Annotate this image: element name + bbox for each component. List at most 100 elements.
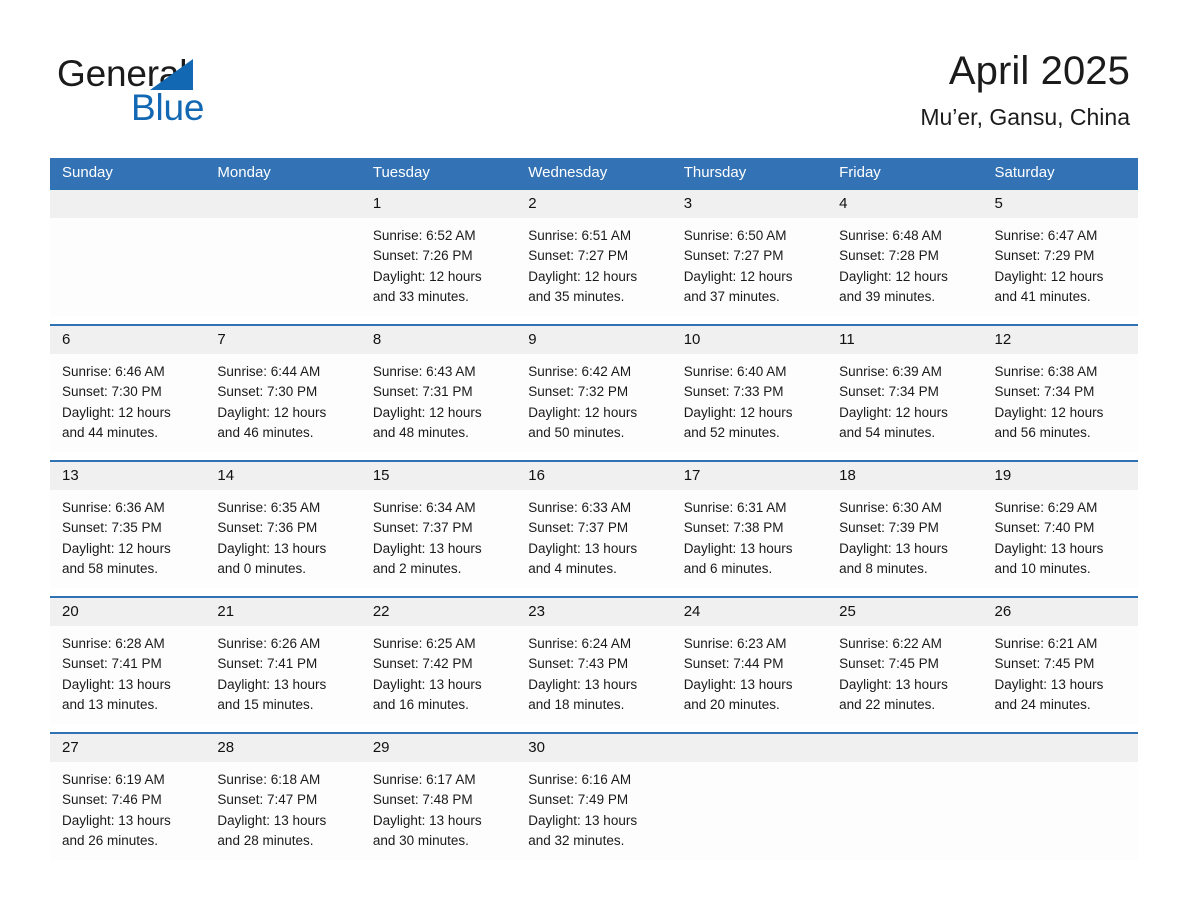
day-sun-details: Sunrise: 6:28 AM Sunset: 7:41 PM Dayligh…	[62, 636, 171, 712]
day-sun-details: Sunrise: 6:22 AM Sunset: 7:45 PM Dayligh…	[839, 636, 948, 712]
day-cell[interactable]: Sunrise: 6:19 AM Sunset: 7:46 PM Dayligh…	[50, 762, 205, 860]
day-number[interactable]: 20	[50, 598, 205, 626]
weekday-header-sunday: Sunday	[62, 164, 113, 181]
day-number[interactable]: 6	[50, 326, 205, 354]
day-cell[interactable]: Sunrise: 6:52 AM Sunset: 7:26 PM Dayligh…	[361, 218, 516, 316]
day-cell[interactable]: Sunrise: 6:40 AM Sunset: 7:33 PM Dayligh…	[672, 354, 827, 452]
day-sun-details: Sunrise: 6:43 AM Sunset: 7:31 PM Dayligh…	[372, 364, 482, 440]
day-number[interactable]: 18	[827, 462, 982, 490]
week-body: Sunrise: 6:46 AM Sunset: 7:30 PM Dayligh…	[50, 354, 1138, 452]
day-number[interactable]: 10	[672, 326, 827, 354]
day-number[interactable]: 26	[983, 598, 1138, 626]
day-sun-details: Sunrise: 6:30 AM Sunset: 7:39 PM Dayligh…	[839, 500, 948, 576]
day-cell[interactable]: Sunrise: 6:26 AM Sunset: 7:41 PM Dayligh…	[205, 626, 360, 724]
day-sun-details: Sunrise: 6:48 AM Sunset: 7:28 PM Dayligh…	[839, 228, 948, 304]
day-cell[interactable]: Sunrise: 6:36 AM Sunset: 7:35 PM Dayligh…	[50, 490, 205, 588]
day-number[interactable]: 11	[827, 326, 982, 354]
day-sun-details: Sunrise: 6:39 AM Sunset: 7:34 PM Dayligh…	[839, 364, 948, 440]
day-cell[interactable]: Sunrise: 6:28 AM Sunset: 7:41 PM Dayligh…	[50, 626, 205, 724]
day-sun-details: Sunrise: 6:26 AM Sunset: 7:41 PM Dayligh…	[217, 636, 327, 712]
day-number[interactable]: 12	[983, 326, 1138, 354]
day-cell[interactable]: Sunrise: 6:24 AM Sunset: 7:43 PM Dayligh…	[516, 626, 671, 724]
day-sun-details: Sunrise: 6:42 AM Sunset: 7:32 PM Dayligh…	[528, 364, 638, 440]
day-cell[interactable]: Sunrise: 6:30 AM Sunset: 7:39 PM Dayligh…	[827, 490, 982, 588]
day-number[interactable]: 4	[827, 190, 982, 218]
weekday-header-friday: Friday	[839, 164, 881, 181]
weekday-header-monday: Monday	[217, 164, 271, 181]
day-cell[interactable]: Sunrise: 6:34 AM Sunset: 7:37 PM Dayligh…	[361, 490, 516, 588]
week-body: Sunrise: 6:19 AM Sunset: 7:46 PM Dayligh…	[50, 762, 1138, 860]
day-cell[interactable]: Sunrise: 6:47 AM Sunset: 7:29 PM Dayligh…	[983, 218, 1138, 316]
day-sun-details: Sunrise: 6:21 AM Sunset: 7:45 PM Dayligh…	[994, 636, 1104, 712]
day-number[interactable]: 1	[361, 190, 516, 218]
day-number[interactable]: 21	[205, 598, 360, 626]
day-cell[interactable]: Sunrise: 6:51 AM Sunset: 7:27 PM Dayligh…	[516, 218, 671, 316]
page-subtitle-location: Mu’er, Gansu, China	[920, 104, 1130, 130]
day-sun-details: Sunrise: 6:29 AM Sunset: 7:40 PM Dayligh…	[994, 500, 1104, 576]
day-cell[interactable]: Sunrise: 6:21 AM Sunset: 7:45 PM Dayligh…	[983, 626, 1138, 724]
day-cell[interactable]: Sunrise: 6:48 AM Sunset: 7:28 PM Dayligh…	[827, 218, 982, 316]
day-cell-empty	[672, 762, 827, 860]
day-number[interactable]: 25	[827, 598, 982, 626]
day-number[interactable]: 3	[672, 190, 827, 218]
day-number[interactable]: 14	[205, 462, 360, 490]
day-cell[interactable]: Sunrise: 6:44 AM Sunset: 7:30 PM Dayligh…	[205, 354, 360, 452]
day-sun-details: Sunrise: 6:50 AM Sunset: 7:27 PM Dayligh…	[683, 228, 793, 304]
weekday-header-thursday: Thursday	[683, 164, 747, 181]
general-blue-logo: General Blue	[57, 52, 317, 128]
calendar-week-row: 27 28 29 30 Sunrise: 6:19 AM Sunset: 7:46 PM…	[50, 732, 1138, 860]
day-number[interactable]: 22	[361, 598, 516, 626]
day-cell[interactable]: Sunrise: 6:39 AM Sunset: 7:34 PM Dayligh…	[827, 354, 982, 452]
day-number[interactable]: 23	[516, 598, 671, 626]
day-number[interactable]: 8	[361, 326, 516, 354]
day-number[interactable]: 27	[50, 734, 205, 762]
day-cell[interactable]: Sunrise: 6:50 AM Sunset: 7:27 PM Dayligh…	[672, 218, 827, 316]
calendar-week-row: 1 2 3 4 5 Sunrise: 6:52 AM Sunset: 7:26 PM Da…	[50, 188, 1138, 316]
day-number[interactable]: 13	[50, 462, 205, 490]
day-cell[interactable]: Sunrise: 6:22 AM Sunset: 7:45 PM Dayligh…	[827, 626, 982, 724]
calendar-page: General Blue April 2025 Mu’er, Gansu, Ch…	[0, 0, 1188, 918]
day-number-empty	[827, 734, 982, 762]
day-cell[interactable]: Sunrise: 6:25 AM Sunset: 7:42 PM Dayligh…	[361, 626, 516, 724]
day-number[interactable]: 29	[361, 734, 516, 762]
day-sun-details: Sunrise: 6:46 AM Sunset: 7:30 PM Dayligh…	[62, 364, 171, 440]
calendar-week-row: 6 7 8 9 10 11 12 Sunrise: 6:46 AM Sunset: 7:30 …	[50, 324, 1138, 452]
day-cell[interactable]: Sunrise: 6:38 AM Sunset: 7:34 PM Dayligh…	[983, 354, 1138, 452]
day-number[interactable]: 15	[361, 462, 516, 490]
day-cell[interactable]: Sunrise: 6:33 AM Sunset: 7:37 PM Dayligh…	[516, 490, 671, 588]
day-cell-empty	[983, 762, 1138, 860]
day-sun-details: Sunrise: 6:40 AM Sunset: 7:33 PM Dayligh…	[683, 364, 793, 440]
day-cell[interactable]: Sunrise: 6:43 AM Sunset: 7:31 PM Dayligh…	[361, 354, 516, 452]
day-number[interactable]: 24	[672, 598, 827, 626]
day-cell[interactable]: Sunrise: 6:16 AM Sunset: 7:49 PM Dayligh…	[516, 762, 671, 860]
day-cell[interactable]: Sunrise: 6:35 AM Sunset: 7:36 PM Dayligh…	[205, 490, 360, 588]
day-number[interactable]: 5	[983, 190, 1138, 218]
day-sun-details: Sunrise: 6:51 AM Sunset: 7:27 PM Dayligh…	[528, 228, 638, 304]
day-sun-details: Sunrise: 6:16 AM Sunset: 7:49 PM Dayligh…	[528, 772, 638, 848]
day-number[interactable]: 28	[205, 734, 360, 762]
day-sun-details: Sunrise: 6:31 AM Sunset: 7:38 PM Dayligh…	[683, 500, 793, 576]
day-number-empty	[205, 190, 360, 218]
day-number[interactable]: 16	[516, 462, 671, 490]
day-number[interactable]: 2	[516, 190, 671, 218]
day-number-empty	[983, 734, 1138, 762]
day-number[interactable]: 19	[983, 462, 1138, 490]
logo-text-blue: Blue	[131, 87, 205, 128]
day-cell[interactable]: Sunrise: 6:23 AM Sunset: 7:44 PM Dayligh…	[672, 626, 827, 724]
calendar-table: Sunday Monday Tuesday Wednesday Thursday…	[50, 158, 1138, 860]
day-number[interactable]: 17	[672, 462, 827, 490]
week-date-band: 20 21 22 23 24 25 26	[50, 598, 1138, 626]
day-cell[interactable]: Sunrise: 6:46 AM Sunset: 7:30 PM Dayligh…	[50, 354, 205, 452]
day-sun-details: Sunrise: 6:33 AM Sunset: 7:37 PM Dayligh…	[528, 500, 638, 576]
page-title: April 2025	[948, 49, 1130, 93]
day-number[interactable]: 30	[516, 734, 671, 762]
weekday-header-wednesday: Wednesday	[528, 164, 608, 181]
day-number[interactable]: 9	[516, 326, 671, 354]
day-sun-details: Sunrise: 6:18 AM Sunset: 7:47 PM Dayligh…	[217, 772, 327, 848]
day-cell[interactable]: Sunrise: 6:42 AM Sunset: 7:32 PM Dayligh…	[516, 354, 671, 452]
day-cell[interactable]: Sunrise: 6:17 AM Sunset: 7:48 PM Dayligh…	[361, 762, 516, 860]
day-number[interactable]: 7	[205, 326, 360, 354]
day-cell[interactable]: Sunrise: 6:29 AM Sunset: 7:40 PM Dayligh…	[983, 490, 1138, 588]
day-cell[interactable]: Sunrise: 6:18 AM Sunset: 7:47 PM Dayligh…	[205, 762, 360, 860]
day-cell[interactable]: Sunrise: 6:31 AM Sunset: 7:38 PM Dayligh…	[672, 490, 827, 588]
